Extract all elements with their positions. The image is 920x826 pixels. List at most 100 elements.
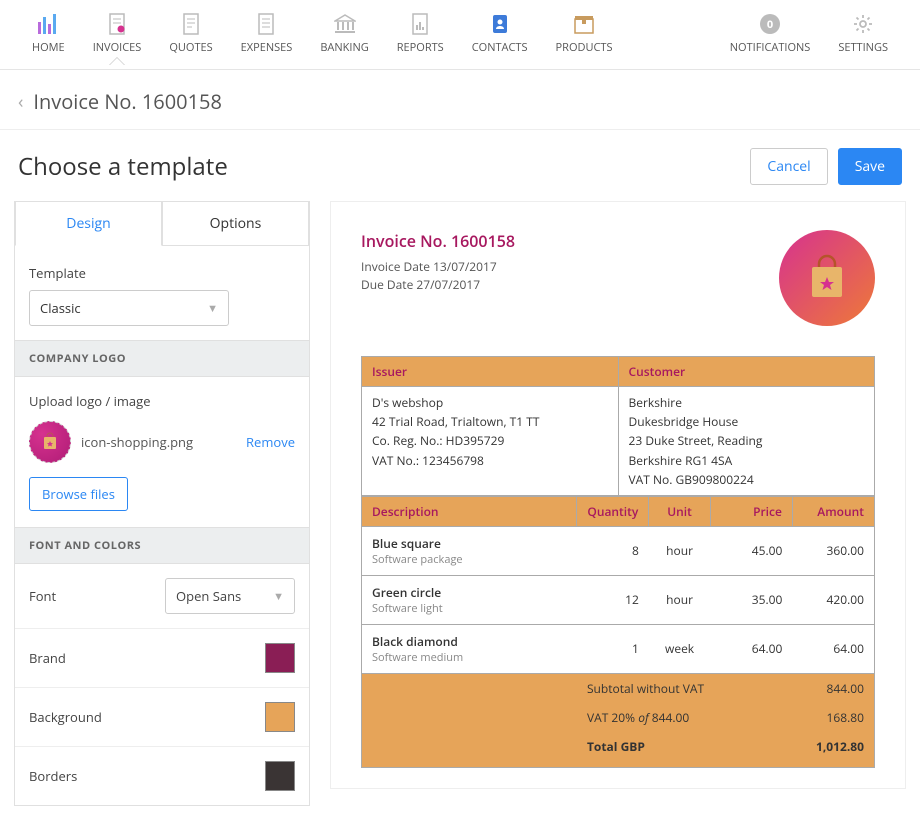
nav-expenses[interactable]: EXPENSES — [227, 8, 307, 65]
invoice-parties-table: Issuer Customer D's webshop 42 Trial Roa… — [361, 356, 875, 496]
invoice-title: Invoice No. 1600158 — [361, 230, 515, 252]
invoice-totals: Subtotal without VAT 844.00 VAT 20% of 8… — [361, 674, 875, 768]
font-row: Font Open Sans ▼ — [15, 564, 309, 628]
breadcrumb: ‹ Invoice No. 1600158 — [0, 70, 920, 130]
document-icon — [179, 12, 203, 36]
section-font-colors: FONT AND COLORS — [15, 527, 309, 564]
vat-label: VAT 20% of 844.00 — [577, 703, 792, 732]
save-button[interactable]: Save — [838, 148, 902, 185]
nav-label: EXPENSES — [241, 40, 293, 55]
nav-label: CONTACTS — [472, 40, 528, 55]
template-field: Template Classic ▼ — [15, 246, 309, 340]
nav-settings[interactable]: SETTINGS — [824, 8, 902, 65]
report-icon — [408, 12, 432, 36]
bank-icon — [333, 12, 357, 36]
top-nav: HOME INVOICES QUOTES EXPENSES BANKING — [0, 0, 920, 70]
cancel-button[interactable]: Cancel — [750, 148, 827, 185]
line-item: Blue squareSoftware package 8 hour 45.00… — [362, 526, 875, 575]
issuer-cell: D's webshop 42 Trial Road, Trialtown, T1… — [362, 387, 619, 496]
col-unit: Unit — [649, 496, 711, 526]
tab-options[interactable]: Options — [162, 201, 309, 246]
browse-files-button[interactable]: Browse files — [29, 477, 128, 511]
company-logo-icon — [779, 230, 875, 326]
font-value: Open Sans — [176, 587, 241, 605]
total-label: Total GBP — [577, 732, 792, 768]
borders-color-row: Borders — [15, 746, 309, 805]
logo-row: icon-shopping.png Remove — [15, 411, 309, 473]
tab-design[interactable]: Design — [15, 201, 162, 246]
font-label: Font — [29, 587, 56, 605]
logo-thumbnail — [29, 421, 71, 463]
subtotal-label: Subtotal without VAT — [577, 674, 792, 703]
invoice-date: Invoice Date 13/07/2017 — [361, 258, 515, 276]
chevron-down-icon: ▼ — [273, 589, 284, 604]
nav-label: PRODUCTS — [556, 40, 613, 55]
notification-count: 0 — [760, 14, 780, 34]
invoice-due: Due Date 27/07/2017 — [361, 276, 515, 294]
brand-label: Brand — [29, 649, 66, 667]
nav-invoices[interactable]: INVOICES — [79, 8, 156, 65]
invoice-preview: Invoice No. 1600158 Invoice Date 13/07/2… — [330, 201, 906, 789]
template-sidebar: Design Options Template Classic ▼ COMPAN… — [14, 201, 310, 806]
borders-color-swatch[interactable] — [265, 761, 295, 791]
nav-products[interactable]: PRODUCTS — [542, 8, 627, 65]
nav-reports[interactable]: REPORTS — [383, 8, 458, 65]
invoice-lines-table: Description Quantity Unit Price Amount B… — [361, 496, 875, 674]
issuer-header: Issuer — [362, 357, 619, 387]
nav-label: QUOTES — [169, 40, 212, 55]
customer-cell: Berkshire Dukesbridge House 23 Duke Stre… — [618, 387, 875, 496]
bar-chart-icon — [36, 12, 60, 36]
background-label: Background — [29, 708, 102, 726]
nav-left: HOME INVOICES QUOTES EXPENSES BANKING — [18, 8, 627, 65]
nav-notifications[interactable]: 0 NOTIFICATIONS — [716, 8, 825, 65]
page-title: Choose a template — [18, 150, 228, 183]
nav-right: 0 NOTIFICATIONS SETTINGS — [716, 8, 902, 65]
contacts-icon — [488, 12, 512, 36]
borders-label: Borders — [29, 767, 77, 785]
template-label: Template — [29, 264, 295, 282]
preview-header: Invoice No. 1600158 Invoice Date 13/07/2… — [361, 230, 875, 326]
receipt-icon — [254, 12, 278, 36]
header-actions: Cancel Save — [750, 148, 902, 185]
invoice-meta: Invoice No. 1600158 Invoice Date 13/07/2… — [361, 230, 515, 294]
gear-icon — [851, 12, 875, 36]
section-company-logo: COMPANY LOGO — [15, 340, 309, 377]
nav-quotes[interactable]: QUOTES — [155, 8, 226, 65]
col-amount: Amount — [792, 496, 874, 526]
back-chevron-icon[interactable]: ‹ — [18, 90, 23, 114]
template-select[interactable]: Classic ▼ — [29, 290, 229, 326]
background-color-swatch[interactable] — [265, 702, 295, 732]
line-item: Black diamondSoftware medium 1 week 64.0… — [362, 624, 875, 673]
col-quantity: Quantity — [577, 496, 649, 526]
page-header: Choose a template Cancel Save — [0, 130, 920, 195]
notification-badge-icon: 0 — [758, 12, 782, 36]
subtotal-value: 844.00 — [792, 674, 874, 703]
vat-value: 168.80 — [792, 703, 874, 732]
logo-filename: icon-shopping.png — [81, 433, 236, 451]
upload-label: Upload logo / image — [15, 377, 309, 411]
nav-label: INVOICES — [93, 40, 142, 55]
box-icon — [572, 12, 596, 36]
customer-header: Customer — [618, 357, 875, 387]
sidebar-tabs: Design Options — [15, 201, 309, 246]
chevron-down-icon: ▼ — [207, 301, 218, 316]
nav-label: HOME — [32, 40, 65, 55]
nav-banking[interactable]: BANKING — [306, 8, 382, 65]
remove-logo-link[interactable]: Remove — [246, 433, 295, 451]
brand-color-swatch[interactable] — [265, 643, 295, 673]
template-value: Classic — [40, 299, 81, 317]
col-description: Description — [362, 496, 577, 526]
breadcrumb-title: Invoice No. 1600158 — [33, 88, 222, 115]
background-color-row: Background — [15, 687, 309, 746]
nav-contacts[interactable]: CONTACTS — [458, 8, 542, 65]
font-select[interactable]: Open Sans ▼ — [165, 578, 295, 614]
total-value: 1,012.80 — [792, 732, 874, 768]
nav-label: BANKING — [320, 40, 368, 55]
col-price: Price — [710, 496, 792, 526]
nav-home[interactable]: HOME — [18, 8, 79, 65]
brand-color-row: Brand — [15, 628, 309, 687]
main: Design Options Template Classic ▼ COMPAN… — [0, 195, 920, 826]
line-item: Green circleSoftware light 12 hour 35.00… — [362, 575, 875, 624]
nav-label: NOTIFICATIONS — [730, 40, 811, 55]
nav-label: SETTINGS — [838, 40, 888, 55]
